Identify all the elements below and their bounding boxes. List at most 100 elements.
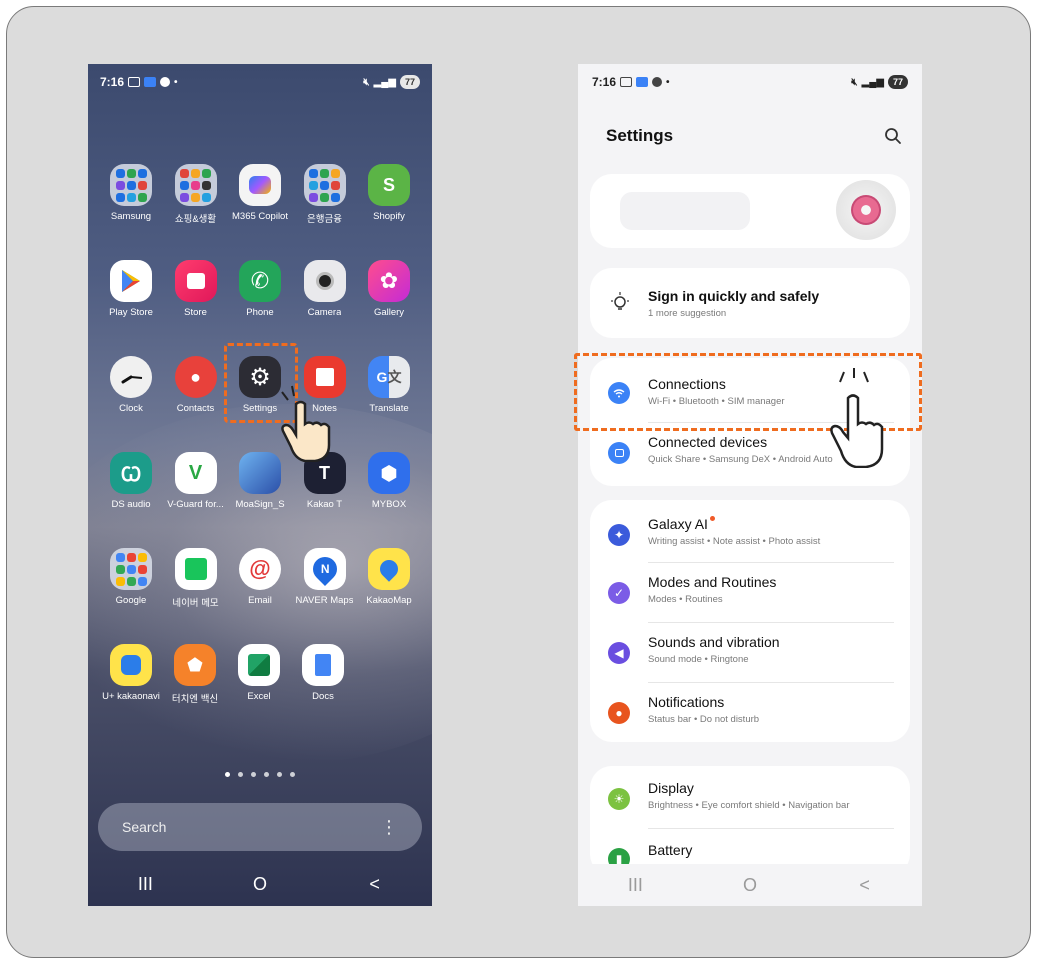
- app-shopping-folder[interactable]: 쇼핑&생활: [167, 164, 225, 260]
- features-card: ✦ Galaxy AI Writing assist • Note assist…: [590, 500, 910, 742]
- status-bar: 7:16 • 🔇︎ ▂▄▆ 77: [88, 64, 432, 100]
- recents-button[interactable]: III: [115, 874, 175, 895]
- connected-devices-subtitle: Quick Share • Samsung DeX • Android Auto: [648, 454, 833, 465]
- modes-title: Modes and Routines: [648, 574, 777, 590]
- app-translate[interactable]: G文 Translate: [360, 356, 418, 452]
- app-row: U+ kakaonavi ⬟ 터치엔 백신 Excel Docs: [102, 644, 418, 740]
- suggestion-card[interactable]: Sign in quickly and safely 1 more sugges…: [590, 268, 910, 338]
- back-button[interactable]: <: [345, 874, 405, 895]
- excel-icon: [238, 644, 280, 686]
- status-time: 7:16: [100, 75, 125, 89]
- folder-icon: [174, 164, 217, 206]
- bell-icon: ●: [608, 702, 630, 724]
- app-google-folder[interactable]: Google: [102, 548, 160, 644]
- suggestion-title: Sign in quickly and safely: [648, 288, 820, 304]
- app-label: Store: [184, 307, 207, 318]
- back-button[interactable]: <: [835, 875, 895, 896]
- suggestion-row[interactable]: Sign in quickly and safely 1 more sugges…: [590, 274, 910, 334]
- app-label: Docs: [312, 691, 334, 702]
- home-button[interactable]: O: [720, 875, 780, 896]
- home-button[interactable]: O: [230, 874, 290, 895]
- avatar[interactable]: [836, 180, 896, 240]
- search-icon[interactable]: [884, 127, 902, 145]
- app-store[interactable]: Store: [167, 260, 225, 356]
- app-naver-memo[interactable]: 네이버 메모: [167, 548, 225, 644]
- display-subtitle: Brightness • Eye comfort shield • Naviga…: [648, 800, 850, 811]
- screenshot-icon: [128, 77, 141, 87]
- app-naver-maps[interactable]: N NAVER Maps: [296, 548, 354, 644]
- naver-memo-icon: [174, 548, 217, 590]
- app-label: Email: [248, 595, 272, 606]
- app-label: Camera: [307, 307, 342, 318]
- more-options-icon[interactable]: ⋮: [380, 817, 398, 838]
- battery-icon: 77: [888, 75, 908, 89]
- app-ds-audio[interactable]: Ꞷ DS audio: [102, 452, 160, 548]
- app-bank-folder[interactable]: 은행금융: [296, 164, 354, 260]
- app-camera[interactable]: Camera: [296, 260, 354, 356]
- docs-icon: [302, 644, 344, 686]
- app-label: KakaoMap: [366, 595, 412, 606]
- display-title: Display: [648, 780, 694, 796]
- app-label: Contacts: [176, 403, 215, 414]
- app-label: Google: [115, 595, 147, 606]
- sounds-title: Sounds and vibration: [648, 634, 780, 650]
- connected-devices-title: Connected devices: [648, 434, 768, 450]
- settings-item-modes-routines[interactable]: ✓ Modes and Routines Modes • Routines: [590, 562, 910, 622]
- settings-item-sounds[interactable]: ◀ Sounds and vibration Sound mode • Ring…: [590, 622, 910, 682]
- app-notif-icon: [636, 77, 649, 87]
- app-kakaomap[interactable]: KakaoMap: [360, 548, 418, 644]
- wifi-signal-icon: ▂▄▆: [861, 76, 884, 88]
- navigation-bar: III O <: [88, 862, 432, 906]
- app-docs[interactable]: Docs: [294, 644, 352, 740]
- galaxy-ai-icon: ✦: [608, 524, 630, 546]
- app-clock[interactable]: Clock: [102, 356, 160, 452]
- settings-screen: 7:16 • 🔇︎ ▂▄▆ 77 Settings Sign in quickl…: [578, 64, 922, 906]
- app-gallery[interactable]: ✿ Gallery: [360, 260, 418, 356]
- app-label: 네이버 메모: [172, 598, 219, 609]
- home-search-bar[interactable]: Search ⋮: [98, 803, 422, 851]
- app-label: U+ kakaonavi: [102, 691, 160, 702]
- app-kakao-t[interactable]: T Kakao T: [296, 452, 354, 548]
- galaxy-ai-subtitle: Writing assist • Note assist • Photo ass…: [648, 536, 821, 547]
- kakaonavi-icon: [110, 644, 152, 686]
- contacts-icon: ●: [174, 356, 217, 398]
- account-card[interactable]: [590, 174, 910, 248]
- lightbulb-icon: [611, 292, 629, 310]
- app-contacts[interactable]: ● Contacts: [167, 356, 225, 452]
- app-play-store[interactable]: Play Store: [102, 260, 160, 356]
- app-label: Play Store: [109, 307, 153, 318]
- status-time: 7:16: [592, 75, 617, 89]
- app-phone[interactable]: ✆ Phone: [231, 260, 289, 356]
- settings-item-display[interactable]: ☀ Display Brightness • Eye comfort shiel…: [590, 768, 910, 828]
- app-mybox[interactable]: ⬢ MYBOX: [360, 452, 418, 548]
- app-label: Phone: [246, 307, 274, 318]
- app-moasign[interactable]: MoaSign_S: [231, 452, 289, 548]
- app-vguard[interactable]: V V-Guard for...: [167, 452, 225, 548]
- devices-icon: [608, 442, 630, 464]
- notifications-title: Notifications: [648, 694, 725, 710]
- app-samsung-folder[interactable]: Samsung: [102, 164, 160, 260]
- app-vaccine[interactable]: ⬟ 터치엔 백신: [166, 644, 224, 740]
- page-indicator[interactable]: [88, 772, 432, 777]
- folder-icon: [303, 164, 346, 206]
- app-label: V-Guard for...: [167, 499, 224, 510]
- settings-item-notifications[interactable]: ● Notifications Status bar • Do not dist…: [590, 682, 910, 742]
- app-shopify[interactable]: S Shopify: [360, 164, 418, 260]
- recents-button[interactable]: III: [605, 875, 665, 896]
- search-placeholder: Search: [122, 819, 167, 835]
- suggestion-subtitle: 1 more suggestion: [648, 308, 727, 319]
- tap-hand-icon: [830, 368, 884, 468]
- app-excel[interactable]: Excel: [230, 644, 288, 740]
- app-label: Shopify: [373, 211, 405, 222]
- settings-item-galaxy-ai[interactable]: ✦ Galaxy AI Writing assist • Note assist…: [590, 502, 910, 562]
- battery-icon: 77: [400, 75, 420, 89]
- app-email[interactable]: @ Email: [231, 548, 289, 644]
- mute-icon: 🔇︎: [851, 76, 858, 88]
- app-m365-copilot[interactable]: M365 Copilot: [231, 164, 289, 260]
- display-card: ☀ Display Brightness • Eye comfort shiel…: [590, 766, 910, 876]
- naver-maps-icon: N: [303, 548, 346, 590]
- app-kakaonavi[interactable]: U+ kakaonavi: [102, 644, 160, 740]
- app-label: Translate: [369, 403, 409, 414]
- settings-header: Settings: [606, 122, 902, 150]
- phone-icon: ✆: [239, 260, 281, 302]
